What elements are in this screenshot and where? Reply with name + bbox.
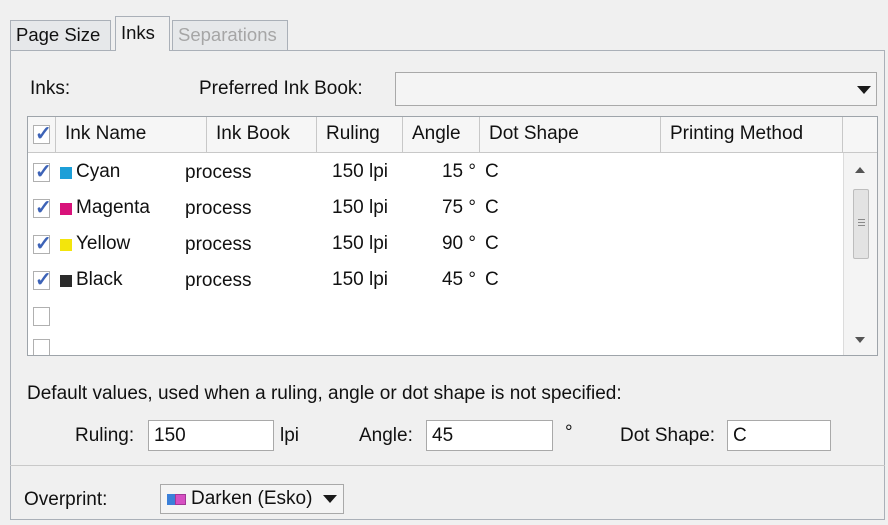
chevron-down-icon (857, 86, 871, 94)
checkmark-icon: ✓ (35, 197, 52, 219)
ink-name: Magenta (76, 197, 150, 218)
ink-name: Cyan (76, 161, 121, 182)
table-row[interactable]: ✓ Yellow process 150 lpi 90 ° C (28, 225, 843, 261)
default-ruling-unit: lpi (280, 425, 300, 446)
inks-label: Inks: (30, 78, 71, 99)
empty-row-checkbox (33, 307, 50, 326)
default-angle-label: Angle: (359, 425, 413, 446)
overprint-value: Darken (Esko) (191, 488, 313, 509)
ink-book: process (185, 198, 252, 219)
select-all-checkbox[interactable]: ✓ (33, 123, 52, 145)
ink-angle: 75 ° (441, 197, 476, 218)
ink-book: process (185, 234, 252, 255)
default-angle-input[interactable]: 45 (426, 420, 553, 451)
ink-book: process (185, 270, 252, 291)
scroll-down-icon[interactable] (855, 337, 865, 343)
overprint-label: Overprint: (24, 489, 108, 510)
ink-dot-shape: C (485, 269, 499, 290)
column-ink-name[interactable]: Ink Name (56, 117, 207, 153)
ink-angle: 90 ° (441, 233, 476, 254)
ink-name: Black (76, 269, 123, 290)
checkmark-icon: ✓ (35, 123, 52, 145)
ink-checkbox[interactable]: ✓ (33, 269, 52, 291)
default-angle-unit: ° (565, 422, 573, 443)
default-dot-shape-label: Dot Shape: (620, 425, 716, 446)
ink-angle: 45 ° (441, 269, 476, 290)
column-dot-shape[interactable]: Dot Shape (480, 117, 661, 153)
ink-ruling: 150 lpi (332, 233, 388, 254)
header-select-all[interactable]: ✓ (28, 117, 56, 153)
ink-checkbox[interactable]: ✓ (33, 197, 52, 219)
checkmark-icon: ✓ (35, 269, 52, 291)
column-angle[interactable]: Angle (403, 117, 480, 153)
scrollbar-thumb[interactable] (853, 189, 869, 259)
checkmark-icon: ✓ (35, 233, 52, 255)
table-header: ✓ Ink Name Ink Book Ruling Angle Dot Sha… (28, 117, 877, 153)
ink-checkbox[interactable]: ✓ (33, 161, 52, 183)
ink-color-swatch (60, 203, 72, 215)
checkmark-icon: ✓ (35, 161, 52, 183)
table-row[interactable]: ✓ Cyan process 150 lpi 15 ° C (28, 153, 843, 189)
table-row[interactable]: ✓ Magenta process 150 lpi 75 ° C (28, 189, 843, 225)
overprint-darken-icon (167, 493, 187, 506)
ink-dot-shape: C (485, 161, 499, 182)
inks-table: ✓ Ink Name Ink Book Ruling Angle Dot Sha… (27, 116, 878, 356)
scroll-up-icon[interactable] (855, 167, 865, 173)
default-ruling-input[interactable]: 150 (148, 420, 274, 451)
overprint-select[interactable]: Darken (Esko) (160, 484, 344, 514)
preferred-ink-book-label: Preferred Ink Book: (199, 78, 363, 99)
chevron-down-icon (323, 495, 337, 503)
ink-dot-shape: C (485, 233, 499, 254)
table-scrollbar[interactable] (843, 153, 877, 355)
column-ruling[interactable]: Ruling (317, 117, 403, 153)
ink-ruling: 150 lpi (332, 197, 388, 218)
default-dot-shape-input[interactable]: C (727, 420, 831, 451)
empty-row-checkbox (33, 339, 50, 355)
ink-name: Yellow (76, 233, 131, 254)
ink-checkbox[interactable]: ✓ (33, 233, 52, 255)
preferred-ink-book-select[interactable] (395, 72, 877, 106)
default-ruling-label: Ruling: (75, 425, 135, 446)
table-row[interactable]: ✓ Black process 150 lpi 45 ° C (28, 261, 843, 297)
ink-color-swatch (60, 167, 72, 179)
tab-inks[interactable]: Inks (115, 16, 170, 51)
tab-page-size[interactable]: Page Size (10, 20, 111, 50)
ink-dot-shape: C (485, 197, 499, 218)
defaults-description: Default values, used when a ruling, angl… (27, 383, 622, 404)
ink-color-swatch (60, 239, 72, 251)
column-printing-method[interactable]: Printing Method (661, 117, 843, 153)
ink-angle: 15 ° (441, 161, 476, 182)
ink-book: process (185, 162, 252, 183)
ink-ruling: 150 lpi (332, 269, 388, 290)
tab-separations: Separations (172, 20, 288, 50)
separator (10, 465, 885, 466)
column-ink-book[interactable]: Ink Book (207, 117, 317, 153)
ink-color-swatch (60, 275, 72, 287)
ink-ruling: 150 lpi (332, 161, 388, 182)
